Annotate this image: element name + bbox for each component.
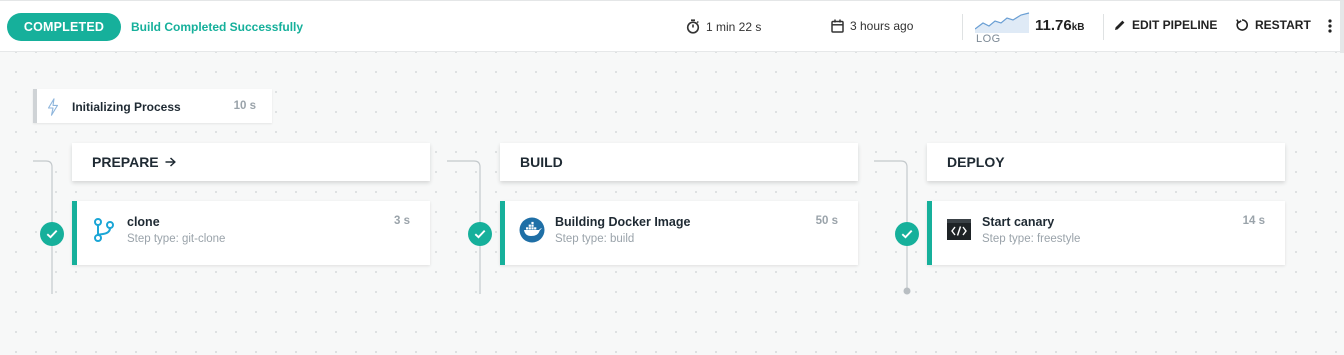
step-type: Step type: git-clone	[127, 233, 226, 245]
pencil-icon	[1115, 20, 1125, 30]
divider	[1103, 14, 1104, 40]
more-vertical-icon	[1328, 19, 1332, 33]
status-badge: COMPLETED	[7, 13, 121, 41]
step-card-build-docker-image[interactable]: Building Docker Image Step type: build 5…	[500, 201, 858, 265]
build-header: COMPLETED Build Completed Successfully 1…	[0, 0, 1344, 53]
duration-meta: 1 min 22 s	[686, 19, 761, 34]
step-card-start-canary[interactable]: Start canary Step type: freestyle 14 s	[927, 201, 1285, 265]
step-duration: 50 s	[815, 215, 838, 227]
stage-header-build: BUILD	[500, 143, 858, 181]
calendar-icon	[831, 19, 844, 33]
log-size-unit: kB	[1071, 22, 1085, 33]
stage-header-deploy: DEPLOY	[927, 143, 1285, 181]
build-duration: 1 min 22 s	[706, 19, 762, 34]
log-button[interactable]: LOG 11.76kB	[975, 11, 1095, 45]
code-terminal-icon	[947, 219, 971, 240]
divider	[962, 14, 963, 40]
restart-icon	[1236, 19, 1248, 31]
edit-pipeline-label: EDIT PIPELINE	[1132, 18, 1218, 32]
init-step-card[interactable]: Initializing Process 10 s	[33, 89, 272, 123]
build-started-time: 3 hours ago	[850, 19, 914, 33]
log-size-value: 11.76	[1035, 17, 1072, 34]
log-size: 11.76kB	[1035, 17, 1085, 34]
step-card-clone[interactable]: clone Step type: git-clone 3 s	[72, 201, 430, 265]
docker-icon	[519, 217, 545, 243]
lightning-icon	[47, 98, 59, 116]
init-step-duration: 10 s	[233, 100, 256, 112]
step-type: Step type: freestyle	[982, 233, 1081, 245]
stopwatch-icon	[686, 19, 700, 34]
stage-title: BUILD	[520, 154, 563, 170]
step-duration: 14 s	[1242, 215, 1265, 227]
status-message: Build Completed Successfully	[131, 20, 304, 34]
scrollbar[interactable]	[1340, 1, 1344, 53]
step-name: clone	[127, 215, 160, 229]
stage-header-prepare: PREPARE	[72, 143, 430, 181]
step-name: Start canary	[982, 215, 1055, 229]
step-success-check-icon	[468, 222, 492, 246]
more-options-button[interactable]	[1328, 18, 1332, 39]
edit-pipeline-button[interactable]: EDIT PIPELINE	[1114, 18, 1217, 32]
arrow-right-icon	[165, 157, 176, 167]
restart-button[interactable]: RESTART	[1235, 18, 1311, 32]
step-duration: 3 s	[394, 215, 410, 227]
step-success-check-icon	[40, 222, 64, 246]
restart-label: RESTART	[1255, 18, 1311, 32]
stage-title: PREPARE	[92, 154, 159, 170]
step-name: Building Docker Image	[555, 215, 691, 229]
log-sparkline-icon	[975, 12, 1030, 33]
git-branch-icon	[94, 218, 114, 242]
step-type: Step type: build	[555, 233, 635, 245]
step-success-check-icon	[895, 222, 919, 246]
started-meta: 3 hours ago	[831, 19, 913, 33]
log-label: LOG	[976, 33, 1001, 45]
init-step-label: Initializing Process	[72, 100, 181, 114]
stage-title: DEPLOY	[947, 154, 1005, 170]
